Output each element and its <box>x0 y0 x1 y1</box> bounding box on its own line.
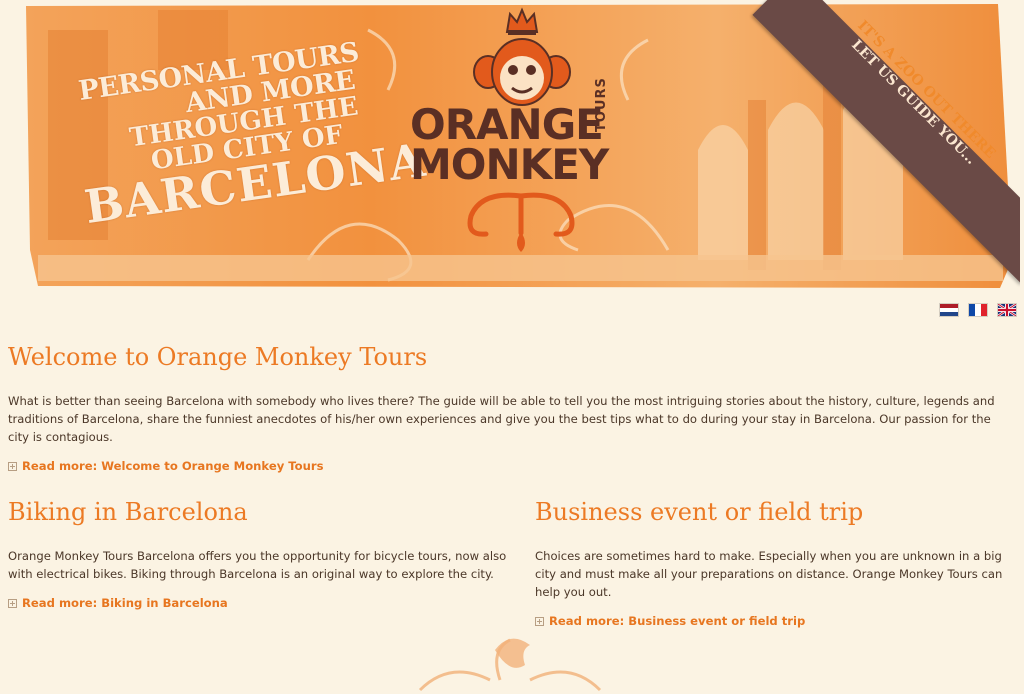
swirl-ornament-icon <box>467 192 575 252</box>
flag-netherlands-icon[interactable] <box>940 304 958 316</box>
monkey-icon <box>473 38 571 106</box>
plus-box-icon <box>8 461 17 471</box>
plus-box-icon <box>535 616 544 626</box>
welcome-readmore-label: Read more: Welcome to Orange Monkey Tour… <box>22 459 324 473</box>
language-switcher <box>940 304 1016 316</box>
ribbon-text: IT'S A ZOO OUT THERE LET US GUIDE YOU... <box>801 0 1020 215</box>
business-section: Business event or field trip Choices are… <box>535 497 1020 629</box>
biking-readmore-label: Read more: Biking in Barcelona <box>22 596 228 610</box>
logo-word-monkey: MONKEY <box>410 140 609 189</box>
business-readmore-label: Read more: Business event or field trip <box>549 614 806 628</box>
biking-readmore-link[interactable]: Read more: Biking in Barcelona <box>8 595 508 611</box>
business-body: Choices are sometimes hard to make. Espe… <box>535 549 1003 599</box>
header-banner: PERSONAL TOURS AND MORE THROUGH THE OLD … <box>8 0 1020 292</box>
griffin-ornament-icon <box>418 638 602 692</box>
welcome-readmore-link[interactable]: Read more: Welcome to Orange Monkey Tour… <box>8 458 1013 474</box>
ribbon-line-2: LET US GUIDE YOU... <box>848 36 980 168</box>
orange-monkey-logo[interactable]: ORANGE MONKEY TOURS <box>406 2 636 272</box>
business-readmore-link[interactable]: Read more: Business event or field trip <box>535 613 1020 629</box>
business-title: Business event or field trip <box>535 498 864 526</box>
logo-word-tours: TOURS <box>594 77 609 132</box>
welcome-title: Welcome to Orange Monkey Tours <box>8 343 428 371</box>
flag-france-icon[interactable] <box>969 304 987 316</box>
crown-icon <box>505 7 539 35</box>
flag-uk-icon[interactable] <box>998 304 1016 316</box>
biking-section: Biking in Barcelona Orange Monkey Tours … <box>8 497 508 611</box>
banner-ribbon: IT'S A ZOO OUT THERE LET US GUIDE YOU... <box>728 0 1020 292</box>
welcome-body: What is better than seeing Barcelona wit… <box>8 394 995 444</box>
biking-body: Orange Monkey Tours Barcelona offers you… <box>8 549 507 581</box>
plus-box-icon <box>8 598 17 608</box>
welcome-section: Welcome to Orange Monkey Tours What is b… <box>8 342 1013 474</box>
biking-title: Biking in Barcelona <box>8 498 248 526</box>
